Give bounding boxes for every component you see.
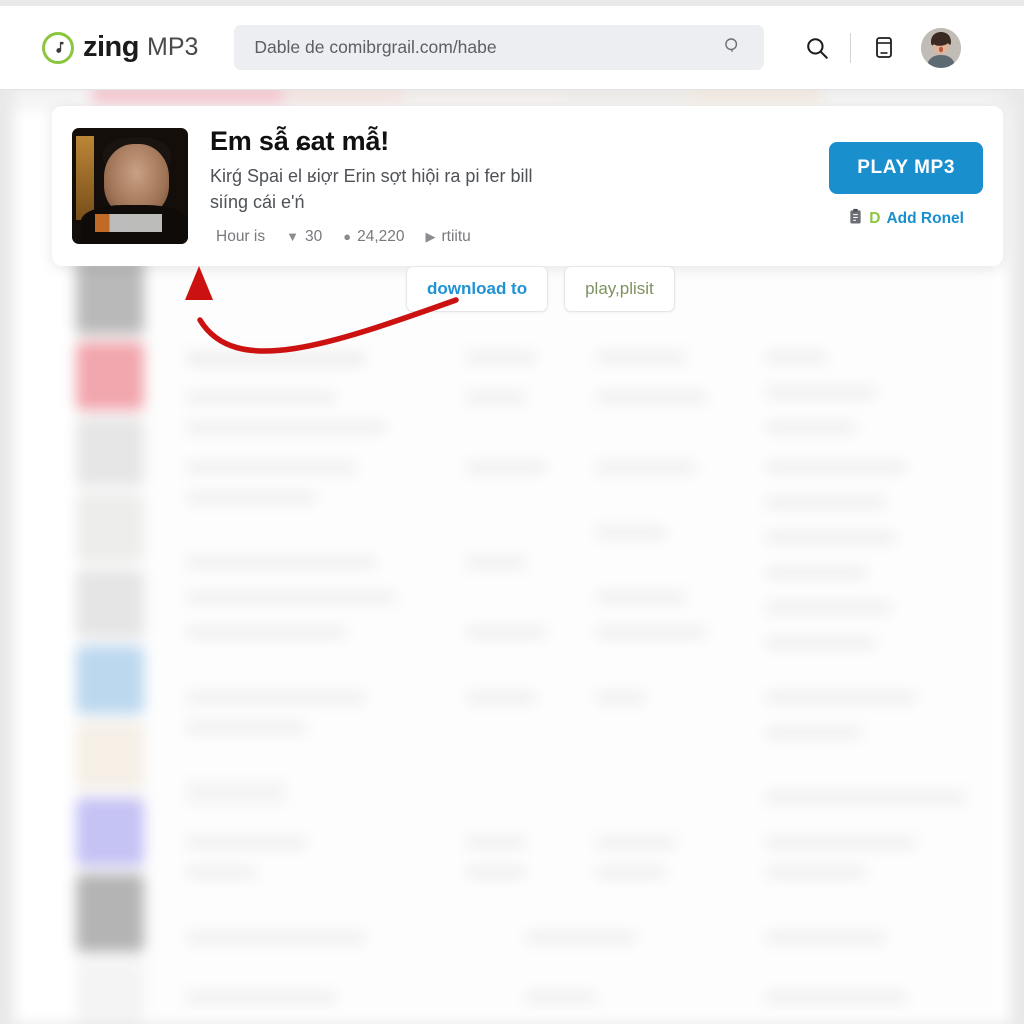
artwork-badge bbox=[95, 213, 163, 233]
background-thumbnail-rail bbox=[76, 258, 154, 1024]
search-bar[interactable]: Dable de comibrgrail.com/habe bbox=[234, 25, 765, 70]
magnifier-icon[interactable] bbox=[722, 35, 742, 60]
track-info: Em sẫ ɕat mẫ! Kirǵ Spai el ʁiợr Erin sợt… bbox=[210, 126, 805, 245]
meta-item-0: Hour is bbox=[210, 228, 265, 246]
play-triangle-icon: ▶ bbox=[425, 228, 436, 244]
clipboard-icon bbox=[848, 208, 863, 230]
track-title: Em sẫ ɕat mẫ! bbox=[210, 126, 389, 157]
artwork-side-text bbox=[76, 136, 94, 220]
search-icon[interactable] bbox=[798, 29, 836, 67]
dot-icon: ● bbox=[343, 229, 352, 245]
meta-label-0: Hour is bbox=[216, 227, 266, 245]
meta-item-3: ▶ rtiitu bbox=[426, 228, 471, 246]
music-note-circle-icon bbox=[42, 31, 74, 64]
app-logo[interactable]: zing MP3 bbox=[42, 31, 198, 64]
top-bar-actions bbox=[798, 27, 962, 68]
action-tabs: download to play,plisit bbox=[406, 266, 675, 312]
search-input[interactable]: Dable de comibrgrail.com/habe bbox=[254, 37, 496, 58]
play-mp3-button[interactable]: PLAY MP3 bbox=[829, 142, 983, 194]
d-marker: D bbox=[869, 210, 881, 227]
meta-item-2: ● 24,220 bbox=[343, 228, 404, 246]
track-description: Kirǵ Spai el ʁiợr Erin sợt hiội ra pi fe… bbox=[210, 166, 533, 212]
track-meta-row: Hour is ▼ 30 ● 24,220 ▶ rtiitu bbox=[210, 228, 805, 246]
downloads-icon: ▼ bbox=[286, 229, 299, 245]
avatar[interactable] bbox=[921, 27, 962, 68]
tab-play-plisit[interactable]: play,plisit bbox=[564, 266, 675, 312]
logo-suffix: MP3 bbox=[147, 33, 199, 61]
meta-label-3: rtiitu bbox=[441, 227, 471, 245]
add-playlist-link[interactable]: D Add Ronel bbox=[848, 208, 964, 230]
meta-label-1: 30 bbox=[304, 227, 323, 245]
tab-download-to[interactable]: download to bbox=[406, 266, 549, 312]
card-actions: PLAY MP3 D Add Ronel bbox=[829, 142, 983, 230]
top-bar: zing MP3 Dable de comibrgrail.com/habe bbox=[0, 6, 1024, 90]
track-overlay-card: Em sẫ ɕat mẫ! Kirǵ Spai el ʁiợr Erin sợt… bbox=[52, 106, 1003, 266]
screen: zing MP3 Dable de comibrgrail.com/habe E… bbox=[0, 0, 1024, 1024]
meta-item-1: ▼ 30 bbox=[286, 228, 322, 246]
meta-label-2: 24,220 bbox=[357, 227, 405, 245]
album-artwork bbox=[72, 128, 188, 244]
add-label[interactable]: Add Ronel bbox=[886, 210, 964, 228]
vertical-divider bbox=[850, 32, 852, 63]
logo-wordmark: zing bbox=[83, 31, 140, 63]
device-window-icon[interactable] bbox=[865, 29, 903, 67]
